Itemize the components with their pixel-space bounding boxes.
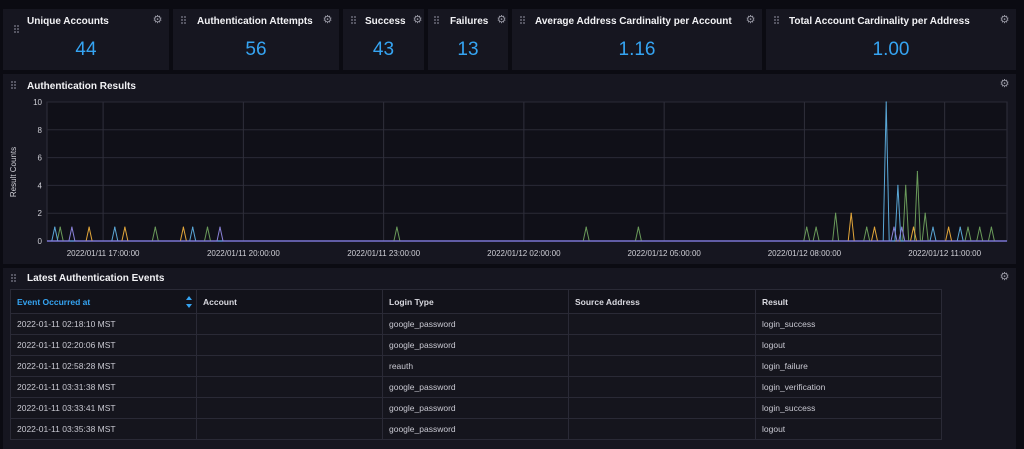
stat-title: Average Address Cardinality per Account — [535, 16, 732, 27]
cell-result: login_failure — [755, 355, 942, 377]
stat-title: Failures — [450, 16, 489, 27]
gear-icon[interactable]: ⚙ — [745, 15, 756, 26]
gear-icon[interactable]: ⚙ — [152, 15, 163, 26]
stat-value: 1.00 — [872, 39, 910, 60]
table-row[interactable]: 2022-01-11 02:20:06 MST google_password … — [10, 334, 942, 356]
column-header-label: Source Address — [575, 296, 640, 307]
drag-handle-icon[interactable] — [181, 16, 190, 25]
stat-title: Unique Accounts — [27, 16, 109, 27]
table-row[interactable]: 2022-01-11 03:35:38 MST google_password … — [10, 418, 942, 440]
gear-icon[interactable]: ⚙ — [322, 15, 333, 26]
cell-account — [196, 355, 383, 377]
cell-source-address — [568, 355, 756, 377]
cell-login-type: google_password — [382, 418, 569, 440]
stat-value: 13 — [457, 39, 479, 60]
drag-handle-icon[interactable] — [11, 274, 20, 283]
stat-value: 43 — [372, 39, 395, 60]
column-header-label: Account — [203, 296, 237, 307]
cell-account — [196, 376, 383, 398]
cell-source-address — [568, 376, 756, 398]
cell-source-address — [568, 397, 756, 419]
cell-result: login_success — [755, 313, 942, 335]
cell-source-address — [568, 418, 756, 440]
cell-event-time: 2022-01-11 03:35:38 MST — [10, 418, 197, 440]
cell-result: logout — [755, 418, 942, 440]
stat-title: Authentication Attempts — [197, 16, 313, 27]
chart-title: Authentication Results — [27, 81, 136, 92]
table-row[interactable]: 2022-01-11 02:18:10 MST google_password … — [10, 313, 942, 335]
column-header-login-type[interactable]: Login Type — [382, 289, 569, 314]
gear-icon[interactable]: ⚙ — [999, 79, 1010, 90]
stat-title: Total Account Cardinality per Address — [789, 16, 970, 27]
cell-login-type: google_password — [382, 313, 569, 335]
drag-handle-icon[interactable] — [351, 16, 360, 25]
cell-account — [196, 334, 383, 356]
drag-handle-icon[interactable] — [11, 81, 20, 90]
cell-login-type: google_password — [382, 397, 569, 419]
cell-event-time: 2022-01-11 03:31:38 MST — [10, 376, 197, 398]
table-row[interactable]: 2022-01-11 03:31:38 MST google_password … — [10, 376, 942, 398]
stat-panel-total-account-cardinality: Total Account Cardinality per Address ⚙ … — [766, 9, 1016, 70]
table-header-row: Event Occurred at Account Login Type Sou… — [10, 289, 942, 314]
column-header-label: Login Type — [389, 296, 434, 307]
gear-icon[interactable]: ⚙ — [999, 272, 1010, 283]
cell-source-address — [568, 334, 756, 356]
stat-panel-authentication-attempts: Authentication Attempts ⚙ 56 — [173, 9, 339, 70]
drag-handle-icon[interactable] — [520, 16, 529, 25]
cell-account — [196, 397, 383, 419]
cell-account — [196, 313, 383, 335]
table-title: Latest Authentication Events — [27, 273, 165, 284]
stat-panel-average-address-cardinality: Average Address Cardinality per Account … — [512, 9, 762, 70]
cell-event-time: 2022-01-11 02:18:10 MST — [10, 313, 197, 335]
cell-event-time: 2022-01-11 03:33:41 MST — [10, 397, 197, 419]
column-header-label: Result — [762, 296, 788, 307]
stat-panel-success: Success ⚙ 43 — [343, 9, 424, 70]
cell-event-time: 2022-01-11 02:58:28 MST — [10, 355, 197, 377]
table-row[interactable]: 2022-01-11 02:58:28 MST reauth login_fai… — [10, 355, 942, 377]
cell-result: login_verification — [755, 376, 942, 398]
stat-title: Success — [365, 16, 406, 27]
gear-icon[interactable]: ⚙ — [496, 15, 507, 26]
stat-value: 56 — [245, 39, 267, 60]
cell-login-type: google_password — [382, 334, 569, 356]
stat-panel-failures: Failures ⚙ 13 — [428, 9, 508, 70]
stat-value: 44 — [75, 39, 97, 60]
chart-panel: Authentication Results ⚙ — [3, 74, 1016, 264]
stat-panel-unique-accounts: Unique Accounts ⚙ 44 — [3, 9, 169, 70]
cell-account — [196, 418, 383, 440]
drag-handle-icon[interactable] — [14, 25, 23, 34]
cell-event-time: 2022-01-11 02:20:06 MST — [10, 334, 197, 356]
table-row[interactable]: 2022-01-11 03:33:41 MST google_password … — [10, 397, 942, 419]
cell-source-address — [568, 313, 756, 335]
drag-handle-icon[interactable] — [434, 16, 443, 25]
column-header-label: Event Occurred at — [17, 296, 91, 307]
events-table: Event Occurred at Account Login Type Sou… — [10, 289, 942, 440]
drag-handle-icon[interactable] — [774, 16, 783, 25]
gear-icon[interactable]: ⚙ — [999, 15, 1010, 26]
cell-result: login_success — [755, 397, 942, 419]
cell-login-type: google_password — [382, 376, 569, 398]
cell-login-type: reauth — [382, 355, 569, 377]
sort-icon[interactable] — [186, 295, 192, 309]
column-header-source-address[interactable]: Source Address — [568, 289, 756, 314]
column-header-event-occurred-at[interactable]: Event Occurred at — [10, 289, 197, 314]
cell-result: logout — [755, 334, 942, 356]
gear-icon[interactable]: ⚙ — [412, 15, 423, 26]
stat-value: 1.16 — [618, 39, 656, 60]
column-header-result[interactable]: Result — [755, 289, 942, 314]
column-header-account[interactable]: Account — [196, 289, 383, 314]
